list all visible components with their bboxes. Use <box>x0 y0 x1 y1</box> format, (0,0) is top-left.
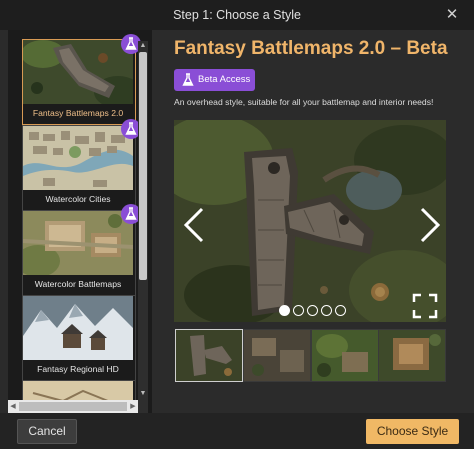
slide-dot-1[interactable] <box>279 305 290 316</box>
style-thumbnail <box>23 126 133 190</box>
preview-thumbnail-2[interactable] <box>243 329 311 382</box>
thumbnail-image <box>244 330 310 381</box>
style-preview-image <box>174 120 446 322</box>
style-item-watercolor-battlemaps[interactable]: Watercolor Battlemaps <box>22 210 136 296</box>
scroll-down-icon[interactable]: ▼ <box>138 389 148 399</box>
style-item-fantasy-regional-hd[interactable]: Fantasy Regional HD <box>22 295 136 381</box>
scroll-left-icon[interactable]: ◀ <box>8 400 18 413</box>
style-item-label: Watercolor Battlemaps <box>34 279 122 289</box>
choose-style-button[interactable]: Choose Style <box>366 419 459 444</box>
dialog-title: Step 1: Choose a Style <box>173 8 301 22</box>
flask-icon <box>182 73 194 86</box>
style-thumbnail <box>23 211 133 275</box>
style-list[interactable]: Fantasy Battlemaps 2.0 Watercolor Cities <box>8 30 152 413</box>
beta-access-badge[interactable]: Beta Access <box>174 69 255 91</box>
style-title: Fantasy Battlemaps 2.0 – Beta <box>174 38 448 59</box>
cancel-button[interactable]: Cancel <box>17 419 77 444</box>
style-thumbnail <box>23 296 133 360</box>
style-item-label: Fantasy Regional HD <box>37 364 119 374</box>
previous-slide-icon[interactable] <box>180 205 210 245</box>
next-slide-icon[interactable] <box>414 205 444 245</box>
style-item-label: Watercolor Cities <box>45 194 111 204</box>
preview-thumbnail-3[interactable] <box>311 329 379 382</box>
thumbnail-image <box>312 330 378 381</box>
thumbnail-image <box>176 330 242 381</box>
preview-thumbnail-4[interactable] <box>378 329 446 382</box>
style-item-label: Fantasy Battlemaps 2.0 <box>32 108 124 118</box>
style-item-fantasy-battlemaps[interactable]: Fantasy Battlemaps 2.0 <box>22 39 136 125</box>
scroll-right-icon[interactable]: ▶ <box>128 400 138 413</box>
style-item-watercolor-cities[interactable]: Watercolor Cities <box>22 125 136 211</box>
slide-dot-5[interactable] <box>335 305 346 316</box>
slide-dot-4[interactable] <box>321 305 332 316</box>
style-thumbnail <box>23 40 133 104</box>
preview-thumbnail-1[interactable] <box>175 329 243 382</box>
beta-access-label: Beta Access <box>198 74 251 85</box>
fullscreen-icon[interactable] <box>412 293 438 319</box>
slide-dot-3[interactable] <box>307 305 318 316</box>
scroll-up-icon[interactable]: ▲ <box>138 41 148 51</box>
slide-dot-2[interactable] <box>293 305 304 316</box>
horizontal-scrollbar-thumb[interactable] <box>19 402 127 411</box>
scrollbar-thumb[interactable] <box>139 52 147 280</box>
close-icon[interactable]: ✕ <box>440 4 464 26</box>
thumbnail-image <box>379 330 445 381</box>
style-description: An overhead style, suitable for all your… <box>174 97 434 107</box>
